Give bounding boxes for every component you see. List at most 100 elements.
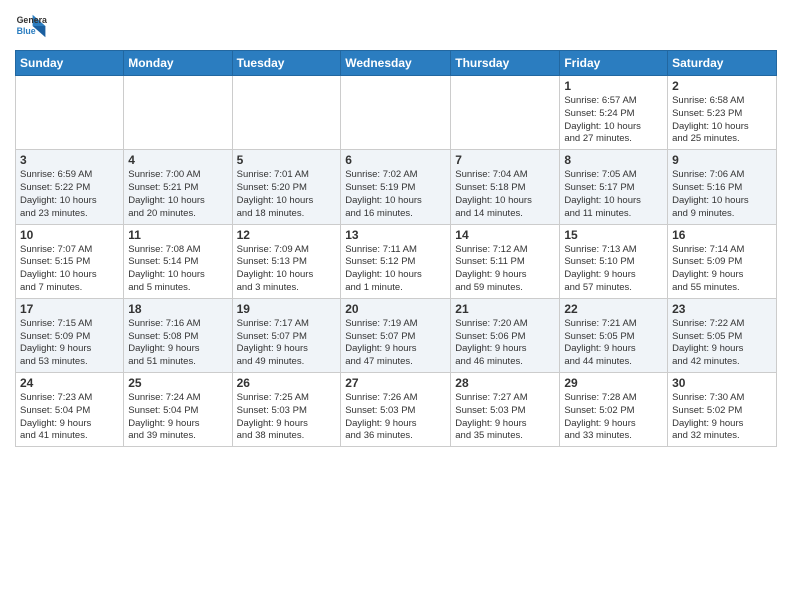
day-info: Sunrise: 7:21 AM Sunset: 5:05 PM Dayligh… [564, 318, 663, 369]
header: General Blue [15, 10, 777, 42]
calendar-cell: 4 Sunrise: 7:00 AM Sunset: 5:21 PM Daylig… [124, 150, 232, 224]
calendar-cell: 16 Sunrise: 7:14 AM Sunset: 5:09 PM Dayli… [668, 224, 777, 298]
day-info: Sunrise: 7:23 AM Sunset: 5:04 PM Dayligh… [20, 392, 119, 443]
calendar-header-row: SundayMondayTuesdayWednesdayThursdayFrid… [16, 51, 777, 76]
calendar-cell: 30 Sunrise: 7:30 AM Sunset: 5:02 PM Dayli… [668, 373, 777, 447]
calendar-cell: 9Sunrise: 7:06 AM Sunset: 5:16 PM Daylig… [668, 150, 777, 224]
day-number: 15 [564, 228, 663, 242]
day-info: Sunrise: 7:27 AM Sunset: 5:03 PM Dayligh… [455, 392, 555, 443]
calendar-cell [16, 76, 124, 150]
day-info: Sunrise: 7:00 AM Sunset: 5:21 PM Dayligh… [128, 169, 227, 220]
weekday-header-friday: Friday [560, 51, 668, 76]
day-info: Sunrise: 7:17 AM Sunset: 5:07 PM Dayligh… [237, 318, 337, 369]
weekday-header-saturday: Saturday [668, 51, 777, 76]
calendar-cell: 18 Sunrise: 7:16 AM Sunset: 5:08 PM Dayli… [124, 298, 232, 372]
calendar-cell: 24Sunrise: 7:23 AM Sunset: 5:04 PM Dayli… [16, 373, 124, 447]
day-number: 26 [237, 376, 337, 390]
calendar-cell: 2 Sunrise: 6:58 AM Sunset: 5:23 PM Daylig… [668, 76, 777, 150]
day-number: 5 [237, 153, 337, 167]
day-info: Sunrise: 7:01 AM Sunset: 5:20 PM Dayligh… [237, 169, 337, 220]
day-number: 29 [564, 376, 663, 390]
day-info: Sunrise: 7:09 AM Sunset: 5:13 PM Dayligh… [237, 244, 337, 295]
day-info: Sunrise: 7:16 AM Sunset: 5:08 PM Dayligh… [128, 318, 227, 369]
day-info: Sunrise: 7:14 AM Sunset: 5:09 PM Dayligh… [672, 244, 772, 295]
calendar-cell: 19 Sunrise: 7:17 AM Sunset: 5:07 PM Dayli… [232, 298, 341, 372]
calendar-cell: 25Sunrise: 7:24 AM Sunset: 5:04 PM Dayli… [124, 373, 232, 447]
day-info: Sunrise: 6:57 AM Sunset: 5:24 PM Dayligh… [564, 95, 663, 146]
day-number: 2 [672, 79, 772, 93]
day-number: 22 [564, 302, 663, 316]
weekday-header-monday: Monday [124, 51, 232, 76]
calendar-cell: 21 Sunrise: 7:20 AM Sunset: 5:06 PM Dayli… [451, 298, 560, 372]
calendar-cell [451, 76, 560, 150]
calendar-cell: 17Sunrise: 7:15 AM Sunset: 5:09 PM Dayli… [16, 298, 124, 372]
calendar-cell: 1 Sunrise: 6:57 AM Sunset: 5:24 PM Daylig… [560, 76, 668, 150]
calendar-cell: 20Sunrise: 7:19 AM Sunset: 5:07 PM Dayli… [341, 298, 451, 372]
week-row-4: 17Sunrise: 7:15 AM Sunset: 5:09 PM Dayli… [16, 298, 777, 372]
calendar-cell: 12 Sunrise: 7:09 AM Sunset: 5:13 PM Dayli… [232, 224, 341, 298]
day-number: 4 [128, 153, 227, 167]
logo: General Blue [15, 10, 47, 42]
weekday-header-sunday: Sunday [16, 51, 124, 76]
day-number: 19 [237, 302, 337, 316]
svg-text:Blue: Blue [17, 26, 36, 36]
calendar-cell: 3Sunrise: 6:59 AM Sunset: 5:22 PM Daylig… [16, 150, 124, 224]
day-info: Sunrise: 7:13 AM Sunset: 5:10 PM Dayligh… [564, 244, 663, 295]
calendar-cell: 22 Sunrise: 7:21 AM Sunset: 5:05 PM Dayli… [560, 298, 668, 372]
calendar-cell [232, 76, 341, 150]
day-info: Sunrise: 7:30 AM Sunset: 5:02 PM Dayligh… [672, 392, 772, 443]
day-number: 8 [564, 153, 663, 167]
day-number: 6 [345, 153, 446, 167]
day-number: 17 [20, 302, 119, 316]
day-info: Sunrise: 7:25 AM Sunset: 5:03 PM Dayligh… [237, 392, 337, 443]
day-number: 27 [345, 376, 446, 390]
calendar-cell: 26 Sunrise: 7:25 AM Sunset: 5:03 PM Dayli… [232, 373, 341, 447]
day-info: Sunrise: 7:22 AM Sunset: 5:05 PM Dayligh… [672, 318, 772, 369]
day-info: Sunrise: 7:05 AM Sunset: 5:17 PM Dayligh… [564, 169, 663, 220]
calendar-cell [341, 76, 451, 150]
logo-icon: General Blue [15, 10, 47, 42]
calendar-table: SundayMondayTuesdayWednesdayThursdayFrid… [15, 50, 777, 447]
day-number: 21 [455, 302, 555, 316]
svg-text:General: General [17, 15, 47, 25]
calendar-cell: 6 Sunrise: 7:02 AM Sunset: 5:19 PM Daylig… [341, 150, 451, 224]
day-number: 10 [20, 228, 119, 242]
calendar-cell: 15 Sunrise: 7:13 AM Sunset: 5:10 PM Dayli… [560, 224, 668, 298]
day-info: Sunrise: 7:20 AM Sunset: 5:06 PM Dayligh… [455, 318, 555, 369]
weekday-header-tuesday: Tuesday [232, 51, 341, 76]
week-row-3: 10 Sunrise: 7:07 AM Sunset: 5:15 PM Dayli… [16, 224, 777, 298]
day-number: 18 [128, 302, 227, 316]
day-number: 12 [237, 228, 337, 242]
day-number: 9 [672, 153, 772, 167]
day-info: Sunrise: 6:58 AM Sunset: 5:23 PM Dayligh… [672, 95, 772, 146]
day-number: 1 [564, 79, 663, 93]
calendar-cell: 23Sunrise: 7:22 AM Sunset: 5:05 PM Dayli… [668, 298, 777, 372]
day-info: Sunrise: 7:07 AM Sunset: 5:15 PM Dayligh… [20, 244, 119, 295]
calendar-cell: 28 Sunrise: 7:27 AM Sunset: 5:03 PM Dayli… [451, 373, 560, 447]
calendar-cell: 27 Sunrise: 7:26 AM Sunset: 5:03 PM Dayli… [341, 373, 451, 447]
week-row-1: 1 Sunrise: 6:57 AM Sunset: 5:24 PM Daylig… [16, 76, 777, 150]
day-info: Sunrise: 7:02 AM Sunset: 5:19 PM Dayligh… [345, 169, 446, 220]
page: General Blue SundayMondayTuesdayWednesda… [0, 0, 792, 462]
calendar-cell: 5 Sunrise: 7:01 AM Sunset: 5:20 PM Daylig… [232, 150, 341, 224]
day-number: 7 [455, 153, 555, 167]
day-info: Sunrise: 7:26 AM Sunset: 5:03 PM Dayligh… [345, 392, 446, 443]
day-number: 13 [345, 228, 446, 242]
day-info: Sunrise: 7:11 AM Sunset: 5:12 PM Dayligh… [345, 244, 446, 295]
day-number: 16 [672, 228, 772, 242]
day-info: Sunrise: 6:59 AM Sunset: 5:22 PM Dayligh… [20, 169, 119, 220]
day-info: Sunrise: 7:08 AM Sunset: 5:14 PM Dayligh… [128, 244, 227, 295]
day-number: 11 [128, 228, 227, 242]
calendar-cell: 11 Sunrise: 7:08 AM Sunset: 5:14 PM Dayli… [124, 224, 232, 298]
day-info: Sunrise: 7:19 AM Sunset: 5:07 PM Dayligh… [345, 318, 446, 369]
day-number: 30 [672, 376, 772, 390]
day-number: 28 [455, 376, 555, 390]
weekday-header-thursday: Thursday [451, 51, 560, 76]
week-row-5: 24Sunrise: 7:23 AM Sunset: 5:04 PM Dayli… [16, 373, 777, 447]
calendar-cell: 14Sunrise: 7:12 AM Sunset: 5:11 PM Dayli… [451, 224, 560, 298]
calendar-cell: 13 Sunrise: 7:11 AM Sunset: 5:12 PM Dayli… [341, 224, 451, 298]
calendar-cell: 8 Sunrise: 7:05 AM Sunset: 5:17 PM Daylig… [560, 150, 668, 224]
day-info: Sunrise: 7:24 AM Sunset: 5:04 PM Dayligh… [128, 392, 227, 443]
day-info: Sunrise: 7:12 AM Sunset: 5:11 PM Dayligh… [455, 244, 555, 295]
day-info: Sunrise: 7:04 AM Sunset: 5:18 PM Dayligh… [455, 169, 555, 220]
